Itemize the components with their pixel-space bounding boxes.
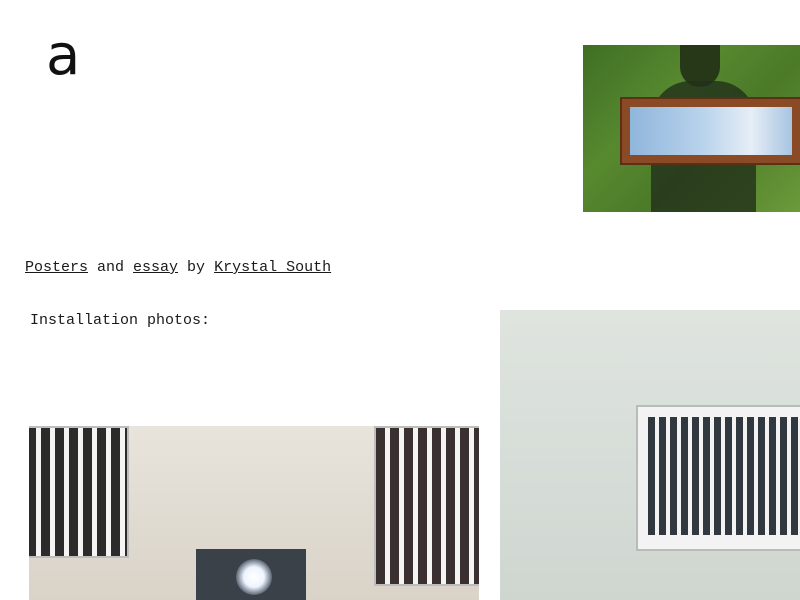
poster-left [29, 426, 129, 558]
credit-and-text: and [88, 259, 134, 276]
essay-link[interactable]: essay [133, 259, 178, 276]
credit-line: Posters and essay by Krystal South [25, 259, 331, 276]
mirror-small [196, 549, 306, 600]
site-logo[interactable]: a [46, 28, 80, 84]
mirror-frame [620, 97, 800, 165]
poster-photo-grid [648, 417, 800, 535]
poster-on-wall [636, 405, 800, 551]
camera-flash [236, 559, 272, 595]
poster-right [374, 426, 479, 586]
posters-link[interactable]: Posters [25, 259, 88, 276]
installation-photo-wide [29, 426, 479, 600]
installation-photo-wall [500, 310, 800, 600]
mirror-glass [630, 107, 792, 155]
installation-label: Installation photos: [30, 312, 211, 329]
author-link[interactable]: Krystal South [214, 259, 331, 276]
mirror-on-grass-photo [583, 45, 800, 212]
credit-by-text: by [178, 259, 215, 276]
